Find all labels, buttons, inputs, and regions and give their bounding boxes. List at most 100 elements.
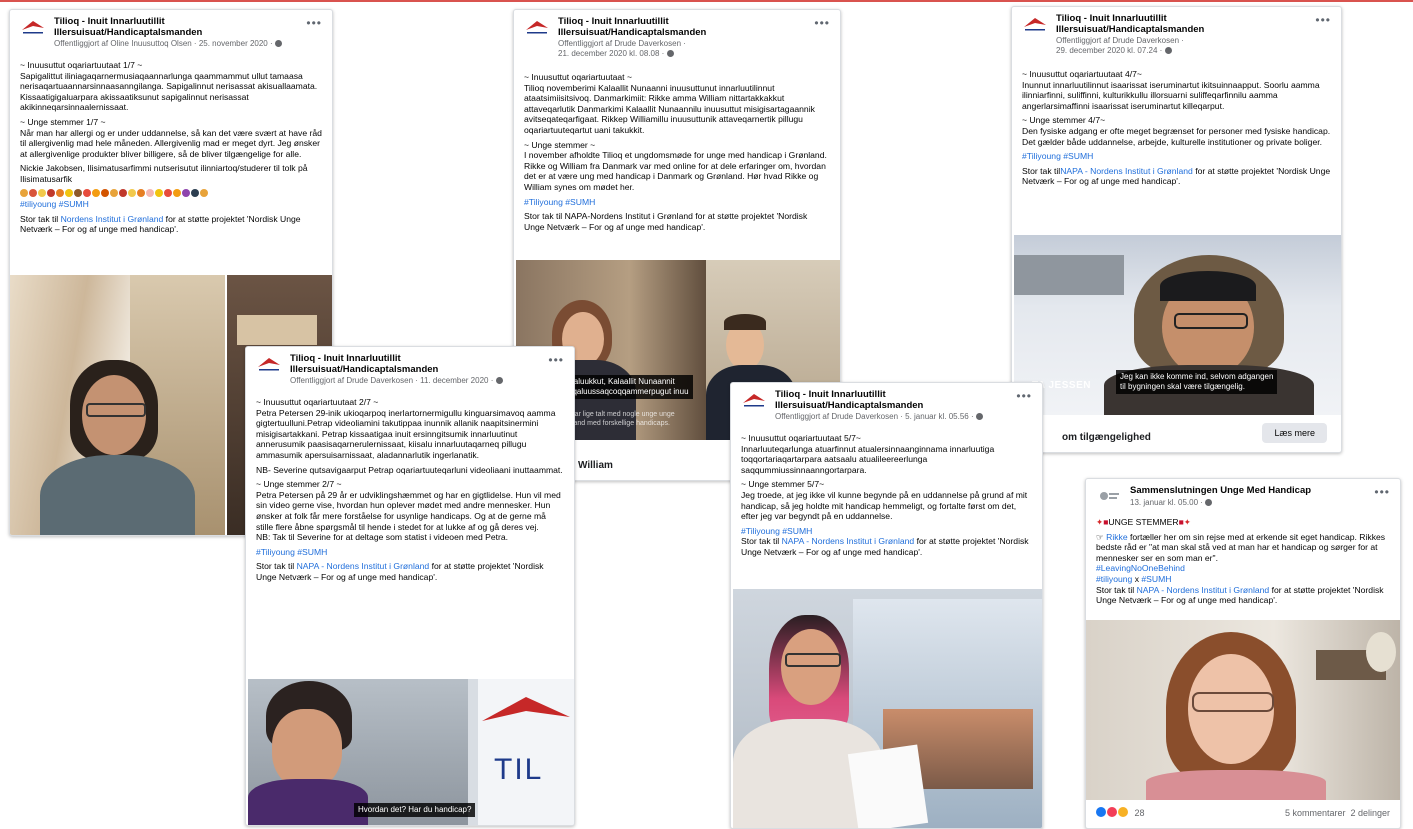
thanks-line: Stor tak til NAPA-Nordens Institut i Grø… [524,211,808,232]
read-more-button[interactable]: Læs mere [1262,423,1327,443]
post-header: Tilioq - Inuit Innarluutillit Illersuisu… [514,10,840,58]
emoji-icon [146,188,154,197]
more-options-button[interactable]: ••• [1374,485,1390,499]
post-meta: 13. januar kl. 05.00 · [1130,498,1213,508]
top-accent-line [0,0,1413,2]
section-heading: ~ Inuusuttut oqariartuutaat 4/7~ [1022,69,1142,79]
napa-link[interactable]: NAPA - Nordens Institut i Grønland [1137,585,1270,595]
post-card-5: Tilioq - Inuit Innarluutillit Illersuisu… [730,382,1043,829]
glasses-icon [1174,313,1248,329]
thanks-line: Stor tak tilNAPA - Nordens Institut i Gr… [1022,165,1331,187]
shelf-item [237,315,317,345]
post-header: Tilioq - Inuit Innarluutillit Illersuisu… [246,347,574,385]
more-options-button[interactable]: ••• [306,16,322,30]
napa-link[interactable]: NAPA - Nordens Institut i Grønland [297,561,430,571]
emoji-icon [29,188,37,197]
nordens-institut-link[interactable]: Nordens Institut i Grønland [61,214,164,224]
emoji-icon [200,188,208,197]
emoji-icon [20,188,28,197]
tilioq-logo-icon [743,394,765,407]
hashtag[interactable]: #tiliyoung [1096,574,1132,584]
hashtags[interactable]: #Tiliyoung #SUMH [1022,151,1331,162]
emoji-row [20,188,322,199]
reaction-count[interactable]: 28 [1135,808,1145,818]
more-options-button[interactable]: ••• [1315,13,1331,27]
page-name[interactable]: Sammenslutningen Unge Med Handicap [1130,485,1364,496]
post-video[interactable]: TIL Hvordan det? Har du handicap? [248,679,574,825]
hashtags[interactable]: #Tiliyoung #SUMH [741,526,812,536]
care-reaction-icon[interactable] [1118,807,1128,817]
section-heading: ~ Inuusuttut oqariartuutaat 2/7 ~ [256,397,379,407]
person-face [272,709,342,789]
emoji-icon [47,188,55,197]
post-video[interactable] [1086,620,1400,800]
post-photo-portrait[interactable] [10,275,225,535]
headline-row: ✦■UNGE STEMMER■✦ [1096,517,1191,527]
section-heading: ~ Unge stemmer 1/7 ~ [20,116,106,127]
hashtags[interactable]: #Tiliyoung #SUMH [524,197,830,208]
hashtags[interactable]: #Tiliyoung #SUMH [256,547,564,558]
napa-link[interactable]: NAPA - Nordens Institut i Grønland [1060,166,1193,176]
credit-line: Nickie Jakobsen, Ilisimatusarfimmi nutse… [20,163,308,184]
post-card-3: Tilioq - Inuit Innarluutillit Illersuisu… [1011,6,1342,453]
post-photo-classroom[interactable] [733,589,1042,828]
post-card-6: Sammenslutningen Unge Med Handicap 13. j… [1085,478,1401,829]
emoji-icon [74,188,82,197]
glasses-icon [86,403,146,417]
like-reaction-icon[interactable] [1096,807,1106,817]
emoji-icon [137,188,145,197]
emoji-icon [83,188,91,197]
post-text: ✦■UNGE STEMMER■✦ ☞ Rikke fortæller her o… [1086,517,1400,606]
flowers [1366,632,1396,672]
post-header: Tilioq - Inuit Innarluutillit Illersuisu… [731,383,1042,421]
more-options-button[interactable]: ••• [548,353,564,367]
hashtag[interactable]: #SUMH [1141,574,1171,584]
hashtag[interactable]: #LeavingNoOneBehind [1096,563,1185,573]
napa-link[interactable]: NAPA - Nordens Institut i Grønland [782,536,915,546]
post-text: ~ Inuusuttut oqariartuutaat 1/7 ~ Sapigal… [20,60,322,235]
post-meta: Offentliggjort af Drude Daverkosen · 5. … [775,412,983,422]
page-name[interactable]: Tilioq - Inuit Innarluutillit Illersuisu… [558,16,804,38]
emoji-icon [56,188,64,197]
post-text: ~ Inuusuttut oqariartuutaat ~ Tilioq nove… [514,72,840,232]
building-silhouette [1014,255,1124,295]
emoji-icon [110,188,118,197]
nb-note: NB: Tak til Severine for at deltage som … [256,532,509,543]
post-meta: Offentliggjort af Drude Daverkosen · 11.… [290,376,503,386]
tilioq-logo-icon [22,21,44,34]
tilioq-logo-icon [1024,18,1046,31]
post-video[interactable]: TA JESSEN Jeg kan ikke komme ind, selvom… [1014,235,1341,415]
more-options-button[interactable]: ••• [1016,389,1032,403]
post-card-4: Tilioq - Inuit Innarluutillit Illersuisu… [245,346,575,826]
globe-icon [1164,47,1172,54]
globe-icon [666,50,674,57]
hashtags[interactable]: #tiliyoung #SUMH [20,199,322,210]
page-name[interactable]: Tilioq - Inuit Innarluutillit Illersuisu… [54,16,296,38]
page-name[interactable]: Tilioq - Inuit Innarluutillit Illersuisu… [775,389,1006,411]
page-name[interactable]: Tilioq - Inuit Innarluutillit Illersuisu… [290,353,538,375]
comments-shares[interactable]: 5 kommentarer 2 delinger [1285,808,1390,818]
section-heading: ~ Unge stemmer ~ [524,139,596,150]
love-reaction-icon[interactable] [1107,807,1117,817]
person-body [1146,770,1326,800]
person-body [248,779,368,825]
globe-icon [274,40,282,47]
video-subtitle: Jeg kan ikke komme ind, selvom adgangen t… [1116,370,1278,394]
post-meta: Offentliggjort af Oline Inuusuttoq Olsen… [54,39,282,49]
section-heading: ~ Inuusuttut oqariartuutaat 1/7 ~ [20,60,143,70]
thanks-line: Stor tak til Nordens Institut i Grønland… [20,213,301,235]
video-subtitle: Haluukkut, Kalaallit Nunaannit oqaluussaq… [564,375,693,399]
glasses-icon [1192,692,1274,712]
glasses-icon [785,653,841,667]
emoji-icon [164,188,172,197]
post-meta: Offentliggjort af Drude Daverkosen · [558,39,686,48]
more-options-button[interactable]: ••• [814,16,830,30]
page-name[interactable]: Tilioq - Inuit Innarluutillit Illersuisu… [1056,13,1305,35]
paper-sheet [847,744,929,828]
emoji-icon [182,188,190,197]
emoji-icon [128,188,136,197]
post-text: ~ Inuusuttut oqariartuutaat 2/7 ~ Petra P… [256,397,564,582]
emoji-icon [65,188,73,197]
section-heading: ~ Unge stemmer 4/7~ [1022,115,1106,126]
mention-link[interactable]: Rikke [1106,532,1128,542]
